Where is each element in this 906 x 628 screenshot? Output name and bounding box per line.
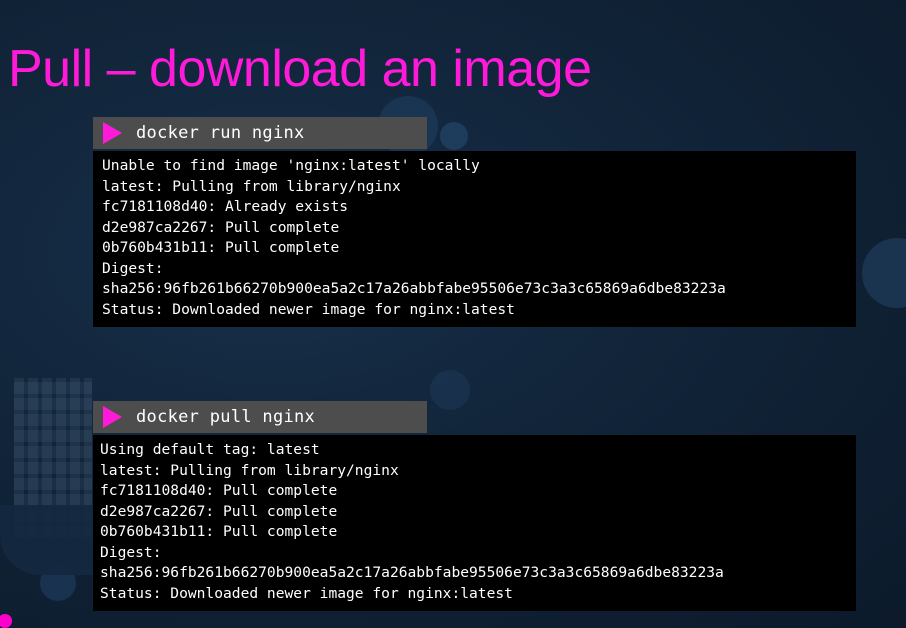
- background-circle: [440, 122, 468, 150]
- play-icon: [103, 122, 122, 144]
- terminal-line: latest: Pulling from library/nginx: [102, 177, 401, 195]
- terminal-line: Digest:: [100, 543, 162, 561]
- background-container-graphic: [14, 378, 92, 538]
- accent-dot: [0, 614, 12, 628]
- command-bar-run: docker run nginx: [93, 117, 427, 149]
- slide-title: Pull – download an image: [8, 40, 592, 98]
- terminal-line: Digest:: [102, 259, 164, 277]
- terminal-line: fc7181108d40: Already exists: [102, 198, 349, 215]
- terminal-line: Unable to find image 'nginx:latest' loca…: [102, 157, 480, 174]
- terminal-line: Status: Downloaded newer image for nginx…: [100, 584, 513, 602]
- terminal-line: 0b760b431b11: Pull complete: [102, 239, 340, 256]
- background-circle: [862, 238, 906, 308]
- play-icon: [103, 406, 122, 428]
- terminal-line: d2e987ca2267: Pull complete: [100, 502, 338, 520]
- terminal-line: fc7181108d40: Pull complete: [100, 482, 338, 499]
- command-text: docker run nginx: [136, 123, 305, 143]
- background-circle: [40, 565, 76, 601]
- command-text: docker pull nginx: [136, 407, 316, 427]
- terminal-output-pull: Using default tag: latest latest: Pullin…: [93, 435, 856, 611]
- terminal-output-run: Unable to find image 'nginx:latest' loca…: [93, 151, 856, 327]
- terminal-line: Status: Downloaded newer image for nginx…: [102, 300, 515, 318]
- terminal-line: sha256:96fb261b66270b900ea5a2c17a26abbfa…: [102, 280, 726, 297]
- terminal-line: sha256:96fb261b66270b900ea5a2c17a26abbfa…: [100, 564, 724, 581]
- background-circle: [430, 370, 470, 410]
- command-bar-pull: docker pull nginx: [93, 401, 427, 433]
- terminal-line: latest: Pulling from library/nginx: [100, 461, 399, 479]
- terminal-line: d2e987ca2267: Pull complete: [102, 218, 340, 236]
- terminal-line: Using default tag: latest: [100, 441, 320, 458]
- terminal-line: 0b760b431b11: Pull complete: [100, 523, 338, 540]
